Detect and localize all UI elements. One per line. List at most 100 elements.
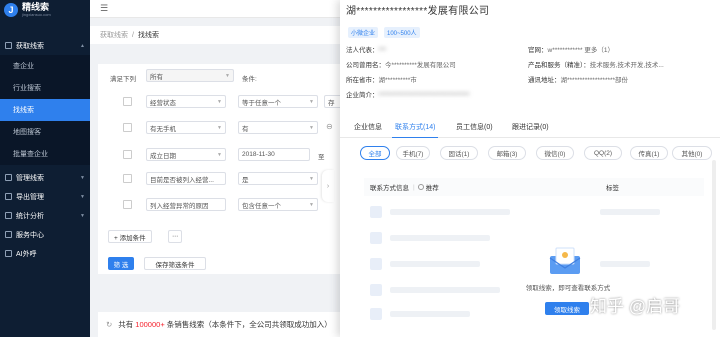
filter-field-select[interactable]: 列入经营异常的原因 bbox=[146, 198, 226, 211]
date-start-input[interactable]: 2018-11-30 bbox=[238, 148, 310, 161]
save-filter-button[interactable]: 保存筛选条件 bbox=[144, 257, 206, 270]
nav-group-service[interactable]: 服务中心 bbox=[0, 225, 90, 244]
filter-pill-mobile[interactable]: 手机(7) bbox=[396, 146, 430, 160]
drag-handle-icon[interactable] bbox=[123, 123, 132, 132]
column-divider: | bbox=[413, 183, 415, 191]
company-detail-drawer: 湖*****************发展有限公司 小微企业 100~500人 法… bbox=[340, 0, 720, 337]
add-condition-button[interactable]: + 添加条件 bbox=[108, 230, 152, 243]
recommend-radio[interactable] bbox=[417, 184, 424, 190]
filter-field-select[interactable]: 经营状态 ▼ bbox=[146, 95, 226, 108]
drag-handle-icon[interactable] bbox=[123, 200, 132, 209]
filter-pill-all[interactable]: 全部 bbox=[360, 146, 390, 160]
tab-employees[interactable]: 员工信息(0) bbox=[456, 122, 493, 132]
chevron-down-icon: ▼ bbox=[309, 175, 314, 182]
nav-group-ai-call[interactable]: AI外呼 bbox=[0, 244, 90, 263]
nav-group-stats[interactable]: 统计分析 ▼ bbox=[0, 206, 90, 225]
recommend-label: 推荐 bbox=[425, 185, 439, 192]
watermark: 知乎 @启哥 bbox=[590, 297, 680, 316]
filter-pill-wechat[interactable]: 微信(0) bbox=[536, 146, 574, 160]
column-tag: 标签 bbox=[606, 185, 619, 192]
filter-op-value: 包含任意一个 bbox=[242, 202, 281, 210]
drag-handle-icon[interactable] bbox=[123, 174, 132, 183]
filter-field-select[interactable]: 成立日期 ▼ bbox=[146, 148, 226, 161]
chevron-down-icon: ▼ bbox=[225, 72, 230, 79]
envelope-icon bbox=[549, 247, 581, 274]
summary-rest: 条销售线索（本条件下，全公司共领取成功加入） bbox=[166, 320, 332, 329]
info-products: 产品和服务（精准）：技术服务,技术开发,技术... bbox=[528, 62, 664, 69]
chevron-down-icon: ▼ bbox=[80, 193, 85, 200]
breadcrumb-separator: / bbox=[132, 31, 134, 39]
filter-op-select[interactable]: 有 ▼ bbox=[238, 121, 318, 134]
vertical-scrollbar[interactable] bbox=[712, 160, 716, 330]
breadcrumb-root[interactable]: 获取线索 bbox=[100, 30, 128, 40]
more-options-button[interactable]: ⋯ bbox=[168, 230, 182, 243]
filter-row: 成立日期 ▼ 2018-11-30 至 bbox=[98, 148, 340, 162]
date-range-separator: 至 bbox=[318, 154, 325, 161]
list-item bbox=[370, 258, 690, 270]
filter-pill-fax[interactable]: 传真(1) bbox=[630, 146, 668, 160]
chevron-down-icon: ▼ bbox=[309, 201, 314, 208]
drag-handle-icon[interactable] bbox=[123, 150, 132, 159]
filter-op-value: 有 bbox=[242, 125, 249, 133]
match-mode-select[interactable]: 所有 ▼ bbox=[146, 69, 234, 82]
tab-company-info[interactable]: 企业信息 bbox=[354, 122, 382, 132]
sidebar-item-find-company[interactable]: 查企业 bbox=[0, 55, 90, 77]
filter-field-select[interactable]: 有无手机 ▼ bbox=[146, 121, 226, 134]
company-title: 湖*****************发展有限公司 bbox=[346, 6, 490, 17]
filter-pill-email[interactable]: 邮箱(3) bbox=[488, 146, 526, 160]
filter-op-value: 等于任意一个 bbox=[242, 99, 281, 107]
chevron-down-icon: ▼ bbox=[309, 98, 314, 105]
nav-group-label: 统计分析 bbox=[16, 212, 44, 220]
info-address: 通讯地址：湖*******************部份 bbox=[528, 77, 629, 84]
chevron-right-icon[interactable]: › bbox=[322, 170, 334, 202]
nav-group-label: AI外呼 bbox=[16, 250, 37, 258]
tab-contact[interactable]: 联系方式(14) bbox=[395, 122, 435, 132]
nav-group-label: 服务中心 bbox=[16, 231, 44, 239]
info-intro: 企业简介：***********************************… bbox=[346, 92, 470, 99]
sidebar-item-industry-search[interactable]: 行业搜索 bbox=[0, 77, 90, 99]
filter-pill-other[interactable]: 其他(0) bbox=[672, 146, 712, 160]
filter-row: 目前是否被列入经营... 是 ▼ bbox=[98, 172, 340, 186]
chevron-down-icon: ▼ bbox=[217, 151, 222, 158]
date-start-value: 2018-11-30 bbox=[242, 151, 275, 158]
info-website: 官网：w************ 更多（1） bbox=[528, 47, 614, 54]
contact-table-header: 联系方式信息 | 推荐 标签 bbox=[364, 178, 704, 196]
detail-tabs: 企业信息 联系方式(14) 员工信息(0) 跟进记录(0) bbox=[340, 116, 720, 138]
chevron-up-icon: ▲ bbox=[80, 42, 85, 49]
list-item bbox=[370, 232, 690, 244]
filter-op-select[interactable]: 等于任意一个 ▼ bbox=[238, 95, 318, 108]
nav-group-get-leads[interactable]: 获取线索 ▲ bbox=[0, 36, 90, 55]
empty-state-text: 领取线索，即可查看联系方式 bbox=[525, 285, 611, 292]
filter-field-value: 目前是否被列入经营... bbox=[150, 176, 214, 184]
refresh-icon[interactable]: ↻ bbox=[106, 320, 112, 329]
nav-group-export[interactable]: 导出管理 ▼ bbox=[0, 187, 90, 206]
remove-condition-icon[interactable]: ⊖ bbox=[326, 122, 333, 131]
breadcrumb-current: 找线索 bbox=[137, 32, 159, 39]
search-button[interactable]: 筛 选 bbox=[108, 257, 134, 270]
filter-op-select[interactable]: 包含任意一个 ▼ bbox=[238, 198, 318, 211]
filter-pill-landline[interactable]: 固话(1) bbox=[440, 146, 478, 160]
nav-group-manage-leads[interactable]: 管理线索 ▼ bbox=[0, 168, 90, 187]
tab-followups[interactable]: 跟进记录(0) bbox=[512, 122, 549, 132]
condition-label: 条件: bbox=[242, 76, 257, 83]
top-bar: ☰ bbox=[90, 0, 340, 18]
sidebar-item-batch-search[interactable]: 批量查企业 bbox=[0, 143, 90, 165]
sidebar-item-map-search[interactable]: 地图搜客 bbox=[0, 121, 90, 143]
active-tab-indicator bbox=[392, 137, 438, 138]
get-lead-button[interactable]: 领取线索 bbox=[545, 302, 589, 315]
app-subtitle: jingxiansuo.com bbox=[22, 12, 51, 17]
company-size-tag: 小微企业 bbox=[348, 27, 379, 38]
menu-toggle-icon[interactable]: ☰ bbox=[100, 3, 108, 14]
chevron-down-icon: ▼ bbox=[309, 124, 314, 131]
drag-handle-icon[interactable] bbox=[123, 97, 132, 106]
filter-pill-qq[interactable]: QQ(2) bbox=[584, 146, 622, 160]
export-icon bbox=[5, 193, 12, 200]
nav-group-label: 管理线索 bbox=[16, 174, 44, 182]
match-prefix: 满足下列 bbox=[110, 76, 136, 83]
filter-field-select[interactable]: 目前是否被列入经营... bbox=[146, 172, 226, 185]
sidebar-item-find-leads[interactable]: 找线索 bbox=[0, 99, 90, 121]
filter-op-select[interactable]: 是 ▼ bbox=[238, 172, 318, 185]
result-count: 100000+ bbox=[135, 320, 165, 329]
filter-panel: 满足下列 所有 ▼ 条件: 经营状态 ▼ 等于任意一个 ▼ 存 有无手机 ▼ 有 ▼ ⊖ … bbox=[98, 64, 344, 274]
chevron-down-icon: ▼ bbox=[217, 124, 222, 131]
